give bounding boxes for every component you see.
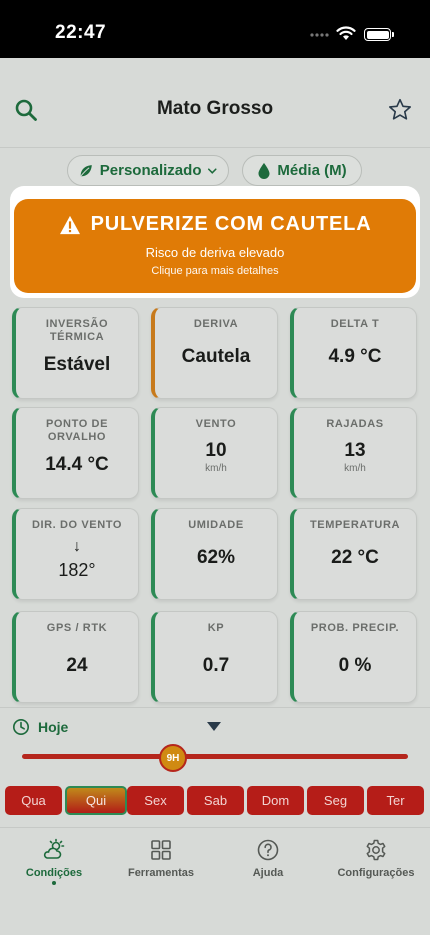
card-label: PONTO DE ORVALHO [45, 418, 109, 443]
day-buttons: Qua Qui Sex Sab Dom Seg Ter [5, 786, 425, 816]
card-gps-rtk[interactable]: GPS / RTK 24 [12, 611, 139, 703]
card-label: INVERSÃO TÉRMICA [45, 318, 109, 343]
grid-icon [151, 840, 171, 860]
card-drift[interactable]: DERIVA Cautela [151, 307, 278, 399]
card-value: 182° [58, 560, 96, 580]
tab-label: Condições [25, 867, 83, 879]
card-value: 4.9 °C [328, 346, 382, 367]
profile-label: Personalizado [99, 162, 202, 179]
tab-settings[interactable]: Configurações [334, 838, 418, 879]
day-selector-label[interactable]: Hoje [38, 719, 68, 735]
alert-subtitle: Risco de deriva elevado [145, 245, 285, 260]
sun-cloud-icon [43, 838, 65, 859]
battery-icon [364, 28, 394, 41]
forecast-timeline: Hoje 9H Qua Qui Sex Sab Dom Seg Ter [0, 707, 430, 827]
alert-hint: Clique para mais detalhes [151, 265, 279, 277]
card-thermal-inversion[interactable]: INVERSÃO TÉRMICA Estável [12, 307, 139, 399]
card-label: UMIDADE [188, 519, 244, 531]
clock-icon [12, 718, 30, 736]
spray-alert-banner[interactable]: PULVERIZE COM CAUTELA Risco de deriva el… [14, 199, 416, 293]
card-label: TEMPERATURA [309, 519, 401, 531]
profile-selector[interactable]: Personalizado [67, 155, 229, 186]
tab-conditions[interactable]: Condições [20, 838, 88, 885]
card-label: VENTO [195, 418, 237, 430]
status-bar: 22:47 [0, 0, 430, 58]
day-button-ter[interactable]: Ter [367, 786, 424, 815]
tab-label: Configurações [337, 867, 415, 879]
tab-label: Ferramentas [127, 867, 195, 879]
hour-slider-track[interactable] [22, 754, 408, 759]
card-label: PROB. PRECIP. [310, 622, 400, 634]
card-unit: km/h [205, 463, 227, 474]
card-value: 14.4 °C [45, 454, 109, 475]
card-value: 0.7 [202, 655, 230, 676]
page-title: Mato Grosso [156, 98, 274, 119]
card-value: 22 °C [331, 547, 379, 568]
alert-highlight: PULVERIZE COM CAUTELA Risco de deriva el… [10, 186, 420, 298]
day-button-qui[interactable]: Qui [65, 786, 127, 815]
active-indicator [52, 881, 56, 885]
volume-label: Média (M) [277, 162, 347, 179]
tab-label: Ajuda [252, 867, 284, 879]
hour-slider-thumb[interactable]: 9H [159, 744, 187, 772]
card-value: 24 [66, 655, 88, 676]
card-gusts[interactable]: RAJADAS 13 km/h [290, 407, 417, 499]
day-button-seg[interactable]: Seg [307, 786, 364, 815]
card-label: GPS / RTK [46, 622, 108, 634]
bottom-tab-bar: Condições Ferramentas Ajuda Configuraçõe… [0, 827, 430, 935]
gear-icon [366, 839, 386, 861]
day-button-qua[interactable]: Qua [5, 786, 62, 815]
chevron-down-icon [208, 167, 218, 174]
card-kp[interactable]: KP 0.7 [151, 611, 278, 703]
signal-dots-icon [310, 33, 329, 37]
card-value: 10 [205, 440, 227, 461]
card-value: 13 [344, 440, 366, 461]
droplet-icon [258, 162, 270, 179]
warning-icon [59, 215, 80, 234]
card-label: DERIVA [193, 318, 239, 330]
card-dew-point[interactable]: PONTO DE ORVALHO 14.4 °C [12, 407, 139, 499]
app-screen: Mato Grosso Personalizado Média (M) PULV… [0, 58, 430, 935]
volume-selector[interactable]: Média (M) [242, 155, 362, 186]
card-delta-t[interactable]: DELTA T 4.9 °C [290, 307, 417, 399]
caret-down-icon[interactable] [207, 722, 221, 731]
card-label: RAJADAS [326, 418, 384, 430]
card-label: DELTA T [330, 318, 380, 330]
card-value: Estável [43, 354, 111, 375]
header: Mato Grosso [0, 58, 430, 148]
wifi-icon [336, 26, 356, 40]
day-button-sab[interactable]: Sab [187, 786, 244, 815]
card-value: 0 % [338, 655, 372, 676]
card-wind-direction[interactable]: DIR. DO VENTO ↓ 182° [12, 508, 139, 600]
alert-title: PULVERIZE COM CAUTELA [90, 213, 372, 235]
status-time: 22:47 [55, 22, 107, 43]
card-wind[interactable]: VENTO 10 km/h [151, 407, 278, 499]
tab-tools[interactable]: Ferramentas [123, 838, 199, 879]
card-temperature[interactable]: TEMPERATURA 22 °C [290, 508, 417, 600]
card-label: KP [207, 622, 225, 634]
card-value: Cautela [181, 346, 251, 367]
day-button-dom[interactable]: Dom [247, 786, 304, 815]
card-precip-prob[interactable]: PROB. PRECIP. 0 % [290, 611, 417, 703]
star-icon[interactable] [387, 97, 413, 123]
card-label: DIR. DO VENTO [31, 519, 123, 531]
tab-help[interactable]: Ajuda [246, 838, 290, 879]
help-icon [257, 839, 279, 861]
card-humidity[interactable]: UMIDADE 62% [151, 508, 278, 600]
card-value: 62% [196, 547, 236, 568]
leaf-icon [80, 164, 92, 177]
day-button-sex[interactable]: Sex [127, 786, 184, 815]
wind-arrow-icon: ↓ [73, 538, 81, 555]
card-unit: km/h [344, 463, 366, 474]
